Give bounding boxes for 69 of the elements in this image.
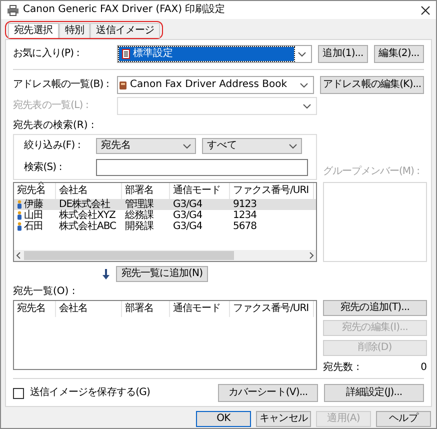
- option-button[interactable]: カバーシート(V)...: [218, 384, 318, 402]
- count-label: 宛先数 :: [323, 362, 360, 374]
- book-icon: [119, 80, 127, 90]
- search-section-label: 宛先表の検索(R) :: [13, 120, 94, 131]
- table-row[interactable]: 伊藤 DE株式会社 管理課 G3/G4 9123: [14, 199, 316, 210]
- column-header[interactable]: 宛先名: [14, 301, 56, 317]
- count-value: 0: [420, 362, 427, 374]
- person-icon: [17, 211, 22, 220]
- table-cell-text: DE株式会社: [59, 198, 110, 210]
- column-header[interactable]: 通信モード: [170, 301, 230, 317]
- chevron-down-icon: [300, 82, 308, 88]
- add-to-list-button[interactable]: 宛先一覧に追加(N): [116, 266, 208, 282]
- table-cell-text: 山田: [24, 210, 43, 221]
- group-members-label: グループメンバー(M) :: [323, 166, 420, 178]
- chevron-down-icon: [298, 52, 306, 56]
- table-cell: 5678: [233, 220, 256, 232]
- column-header[interactable]: 部署名: [122, 301, 170, 317]
- printer-icon: [7, 4, 19, 16]
- table-cell: G3/G4: [173, 198, 202, 210]
- favorites-button[interactable]: 編集(2)...: [374, 45, 424, 63]
- table-cell: 9123: [233, 198, 256, 210]
- address-book-label: アドレス帳の一覧(B) :: [13, 79, 110, 91]
- destination-list-label: 宛先一覧(O) :: [13, 286, 76, 297]
- checkbox[interactable]: [13, 388, 24, 398]
- table-cell: 1234: [233, 210, 256, 222]
- edit-address-book-button[interactable]: アドレス帳の編集(K)...: [320, 76, 424, 94]
- favorites-button[interactable]: 追加(1)...: [318, 45, 368, 63]
- table-cell: G3/G4: [173, 220, 202, 232]
- dialog-button[interactable]: ヘルプ: [376, 411, 431, 427]
- filter-label: 絞り込み(F) :: [24, 140, 82, 152]
- column-header[interactable]: ファクス番号/URI: [230, 301, 314, 317]
- table-cell: G3/G4: [173, 210, 202, 222]
- down-arrow-icon: [102, 268, 110, 280]
- table-row[interactable]: 石田 株式会社ABC 開発課 G3/G4 5678: [14, 221, 316, 232]
- table-cell: 株式会社ABC: [59, 220, 116, 232]
- table-row[interactable]: 山田 株式会社XYZ 総務課 G3/G4 1234: [14, 210, 316, 221]
- person-icon: [17, 200, 22, 209]
- table-cell-text: 総務課: [125, 210, 154, 220]
- table-cell-text: 株式会社XYZ: [59, 210, 116, 220]
- window-title: Canon Generic FAX Driver (FAX) 印刷設定: [23, 4, 226, 16]
- checkbox-label: 送信イメージを保存する(G): [30, 387, 150, 399]
- person-icon: [17, 222, 22, 231]
- close-icon[interactable]: [421, 6, 430, 14]
- chevron-down-icon: [303, 104, 311, 108]
- tab[interactable]: 特別: [58, 23, 90, 38]
- favorites-dropdown[interactable]: 標準設定: [117, 45, 312, 63]
- chevron-down-icon: [183, 144, 191, 148]
- tab[interactable]: 宛先選択: [8, 23, 59, 38]
- destination-table-label: 宛先表の一覧(L) :: [13, 100, 90, 112]
- address-book-dropdown[interactable]: Canon Fax Driver Address Book: [117, 76, 314, 94]
- dialog-button[interactable]: キャンセル: [256, 411, 311, 427]
- side-button[interactable]: 宛先の追加(T)...: [323, 300, 427, 316]
- filter-value-dropdown[interactable]: すべて: [202, 138, 302, 154]
- favorites-label: お気に入り(P) :: [13, 48, 80, 60]
- dialog-button[interactable]: OK: [196, 411, 251, 427]
- chevron-down-icon: [289, 144, 297, 148]
- favorites-value: 標準設定: [133, 48, 173, 60]
- tab[interactable]: 送信イメージ: [90, 23, 160, 38]
- table-cell-text: 伊藤: [24, 198, 43, 210]
- table-cell: 開発課: [125, 220, 154, 232]
- table-cell: 石田: [24, 220, 43, 232]
- filter-field-dropdown[interactable]: 宛先名: [96, 138, 196, 154]
- document-icon: [122, 49, 130, 59]
- table-cell-text: 管理課: [125, 198, 154, 210]
- search-field[interactable]: [96, 159, 308, 176]
- search-label: 検索(S) :: [24, 162, 63, 174]
- horizontal-scrollbar[interactable]: [14, 250, 316, 261]
- option-button[interactable]: 詳細設定(J)...: [324, 384, 424, 402]
- column-header[interactable]: 会社名: [56, 301, 122, 317]
